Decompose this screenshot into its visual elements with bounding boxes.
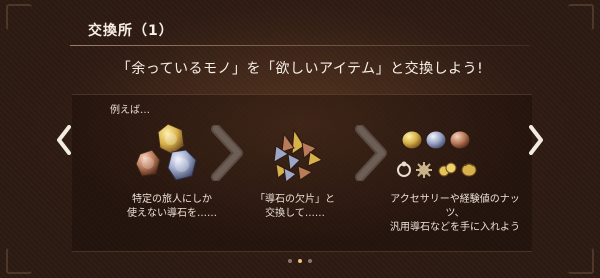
corner-ornament [568, 4, 594, 30]
caption-text: 特定の旅人にしか 使えない導石を…… [127, 194, 217, 219]
page-indicator [0, 259, 600, 263]
chevron-left-icon[interactable] [53, 120, 75, 160]
title-divider [70, 45, 530, 46]
reward-items-icon [397, 130, 477, 178]
caption-text: アクセサリーや経験値のナッツ、 汎用導石などを手に入れよう [390, 194, 520, 233]
guidestone-icon [135, 123, 197, 181]
arrow-right-icon [208, 124, 248, 182]
corner-ornament [6, 4, 32, 30]
headline: 「余っているモノ」を「欲しいアイテム」と交換しよう! [116, 61, 484, 77]
page-title: 交換所（1） [88, 23, 174, 39]
page-dot-active[interactable] [298, 259, 302, 263]
guidestone-fragment-icon [273, 128, 324, 183]
caption-text: 「導石の欠片」と 交換して…… [255, 194, 335, 219]
page-dot[interactable] [308, 259, 312, 263]
caption-step-1: 特定の旅人にしか 使えない導石を…… [112, 193, 232, 221]
caption-step-2: 「導石の欠片」と 交換して…… [245, 193, 345, 221]
caption-step-3: アクセサリーや経験値のナッツ、 汎用導石などを手に入れよう [385, 193, 525, 235]
exchange-dialog: 交換所（1） 「余っているモノ」を「欲しいアイテム」と交換しよう! 例えば… 特… [0, 0, 600, 278]
page-dot[interactable] [288, 259, 292, 263]
chevron-right-icon[interactable] [525, 120, 547, 160]
arrow-right-icon [352, 124, 392, 182]
chevron-left-icon [57, 125, 71, 155]
chevron-right-icon [529, 125, 543, 155]
example-label: 例えば… [110, 105, 150, 116]
